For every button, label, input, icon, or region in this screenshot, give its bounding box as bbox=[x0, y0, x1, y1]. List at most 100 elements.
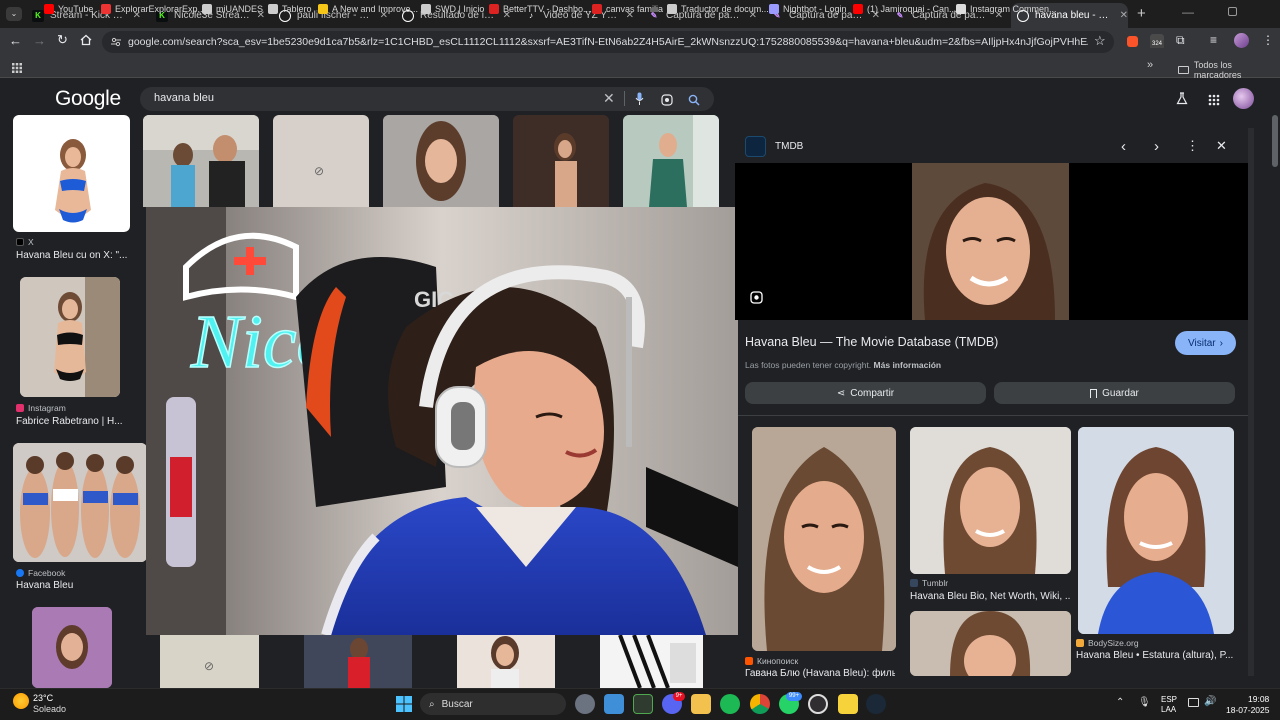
share-button[interactable]: ⋖ Compartir bbox=[745, 382, 986, 404]
bookmark-item[interactable]: ExplorarExplorarExp... bbox=[101, 4, 205, 14]
bookmark-item[interactable]: miUANDES bbox=[202, 4, 263, 14]
tray-overflow-icon[interactable]: ⌃ bbox=[1116, 697, 1124, 708]
related-title[interactable]: Гавана Блю (Havana Bleu): фильм... bbox=[745, 668, 895, 679]
visit-button[interactable]: Visitar › bbox=[1175, 331, 1236, 355]
panel-title[interactable]: Havana Bleu — The Movie Database (TMDB) bbox=[745, 335, 998, 349]
bookmark-item[interactable]: SWD | Inicio bbox=[421, 4, 484, 14]
notepad-icon[interactable] bbox=[604, 694, 624, 714]
bookmark-item[interactable]: Traductor de docum... bbox=[667, 4, 769, 14]
bookmark-item[interactable]: YouTube bbox=[44, 4, 93, 14]
steam-icon[interactable] bbox=[866, 694, 886, 714]
bookmark-item[interactable]: A New and Improve... bbox=[318, 4, 418, 14]
clock-date[interactable]: 18-07-2025 bbox=[1226, 705, 1269, 715]
result-image[interactable] bbox=[13, 443, 147, 562]
lens-search-icon[interactable] bbox=[661, 93, 673, 106]
clock-time[interactable]: 19:08 bbox=[1248, 694, 1269, 704]
close-tab-icon[interactable]: ✕ bbox=[1120, 10, 1128, 21]
spotify-icon[interactable] bbox=[720, 694, 740, 714]
all-bookmarks[interactable]: Todos los marcadores bbox=[1178, 60, 1280, 80]
weather-icon[interactable] bbox=[13, 693, 29, 709]
related-title[interactable]: Havana Bleu Bio, Net Worth, Wiki, ... bbox=[910, 591, 1070, 602]
chevron-left-icon[interactable]: ‹ bbox=[1121, 138, 1126, 155]
result-image[interactable] bbox=[20, 277, 120, 397]
panel-scrollbar[interactable] bbox=[1248, 128, 1254, 676]
new-tab-button[interactable]: + bbox=[1137, 5, 1146, 22]
voice-search-icon[interactable] bbox=[635, 92, 644, 106]
weather-desc[interactable]: Soleado bbox=[33, 704, 66, 714]
chevron-right-icon[interactable]: › bbox=[1154, 138, 1159, 155]
volume-icon[interactable]: 🔊 bbox=[1204, 696, 1216, 707]
result-image[interactable] bbox=[304, 635, 412, 688]
search-input[interactable]: havana bleu bbox=[154, 92, 214, 104]
close-panel-icon[interactable]: ✕ bbox=[1216, 138, 1227, 154]
browser-menu-icon[interactable]: ⋮ bbox=[1262, 33, 1274, 47]
result-image[interactable] bbox=[623, 115, 719, 207]
tab-search-button[interactable]: ⌄ bbox=[6, 7, 22, 21]
bookmark-item[interactable]: Nightbot - Login bbox=[769, 4, 847, 14]
related-image[interactable] bbox=[1078, 427, 1234, 634]
panel-site-name[interactable]: TMDB bbox=[775, 141, 803, 152]
taskbar-search[interactable]: ⌕ Buscar bbox=[420, 693, 566, 715]
bookmark-star-icon[interactable]: ☆ bbox=[1094, 33, 1106, 49]
related-image[interactable] bbox=[910, 611, 1071, 676]
back-icon[interactable]: ← bbox=[9, 33, 22, 48]
result-title[interactable]: Havana Bleu bbox=[16, 580, 73, 591]
settings-icon[interactable] bbox=[575, 694, 595, 714]
related-image[interactable] bbox=[752, 427, 896, 651]
windows-start-icon[interactable] bbox=[396, 696, 412, 712]
more-info-link[interactable]: Más información bbox=[874, 360, 942, 370]
preview-image[interactable] bbox=[735, 163, 1248, 320]
extension-badge-icon[interactable]: 324 bbox=[1150, 34, 1164, 48]
minimize-button[interactable]: — bbox=[1182, 5, 1194, 19]
result-title[interactable]: Havana Bleu cu on X: "... bbox=[16, 250, 127, 261]
bookmark-item[interactable]: Tablero bbox=[268, 4, 312, 14]
google-account-avatar[interactable] bbox=[1233, 88, 1254, 109]
weather-temp[interactable]: 23°C bbox=[33, 693, 53, 703]
result-image[interactable] bbox=[13, 115, 130, 232]
bookmarks-overflow[interactable]: » bbox=[1147, 59, 1153, 71]
extensions-puzzle-icon[interactable]: ⧉ bbox=[1176, 33, 1185, 48]
google-apps-icon[interactable] bbox=[1208, 93, 1220, 106]
reload-icon[interactable]: ↻ bbox=[57, 32, 68, 48]
microphone-icon[interactable]: 🎙 bbox=[1138, 697, 1151, 708]
sticky-notes-icon[interactable] bbox=[838, 694, 858, 714]
keyboard-layout[interactable]: LAA bbox=[1161, 705, 1176, 714]
terminal-icon[interactable] bbox=[633, 694, 653, 714]
result-image[interactable] bbox=[457, 635, 555, 688]
restore-button[interactable] bbox=[1228, 7, 1237, 16]
bookmark-item[interactable]: BetterTTV - Dashbo... bbox=[489, 4, 591, 14]
language-indicator[interactable]: ESP bbox=[1161, 695, 1177, 704]
related-title[interactable]: Havana Bleu • Estatura (altura), P... bbox=[1076, 650, 1236, 661]
result-image[interactable] bbox=[143, 115, 259, 207]
result-image[interactable] bbox=[32, 607, 112, 688]
page-scrollbar-thumb[interactable] bbox=[1272, 115, 1278, 167]
result-image[interactable] bbox=[600, 635, 703, 688]
brave-extension-icon[interactable] bbox=[1127, 36, 1138, 47]
apps-grid-icon[interactable] bbox=[12, 60, 22, 73]
save-button[interactable]: Guardar bbox=[994, 382, 1235, 404]
result-image[interactable] bbox=[383, 115, 499, 207]
bookmark-item[interactable]: canvas familia bbox=[592, 4, 663, 14]
profile-avatar[interactable] bbox=[1234, 33, 1249, 48]
result-title[interactable]: Fabrice Rabetrano | H... bbox=[16, 416, 123, 427]
result-image[interactable] bbox=[513, 115, 609, 207]
result-image-hidden[interactable]: ⊘ bbox=[160, 635, 259, 688]
obs-icon[interactable] bbox=[808, 694, 828, 714]
forward-icon[interactable]: → bbox=[33, 33, 46, 48]
result-image-hidden[interactable]: ⊘ bbox=[273, 115, 369, 207]
bookmark-item[interactable]: (1) Jamiroquai - Can... bbox=[853, 4, 957, 14]
search-box[interactable] bbox=[140, 87, 714, 111]
search-icon[interactable] bbox=[688, 93, 700, 106]
url-text[interactable]: google.com/search?sca_esv=1be5230e9d1ca7… bbox=[128, 36, 1088, 48]
reading-list-icon[interactable]: ≡ bbox=[1210, 33, 1217, 47]
labs-flask-icon[interactable] bbox=[1176, 92, 1188, 105]
file-explorer-icon[interactable] bbox=[691, 694, 711, 714]
bookmark-item[interactable]: Instagram Commen... bbox=[956, 4, 1057, 14]
home-icon[interactable] bbox=[80, 33, 92, 46]
related-image[interactable] bbox=[910, 427, 1071, 574]
chrome-icon[interactable] bbox=[750, 694, 770, 714]
network-icon[interactable] bbox=[1188, 698, 1199, 707]
google-logo[interactable]: Google bbox=[55, 87, 121, 111]
lens-image-search-icon[interactable] bbox=[750, 291, 763, 304]
clear-search-icon[interactable]: ✕ bbox=[603, 90, 615, 107]
